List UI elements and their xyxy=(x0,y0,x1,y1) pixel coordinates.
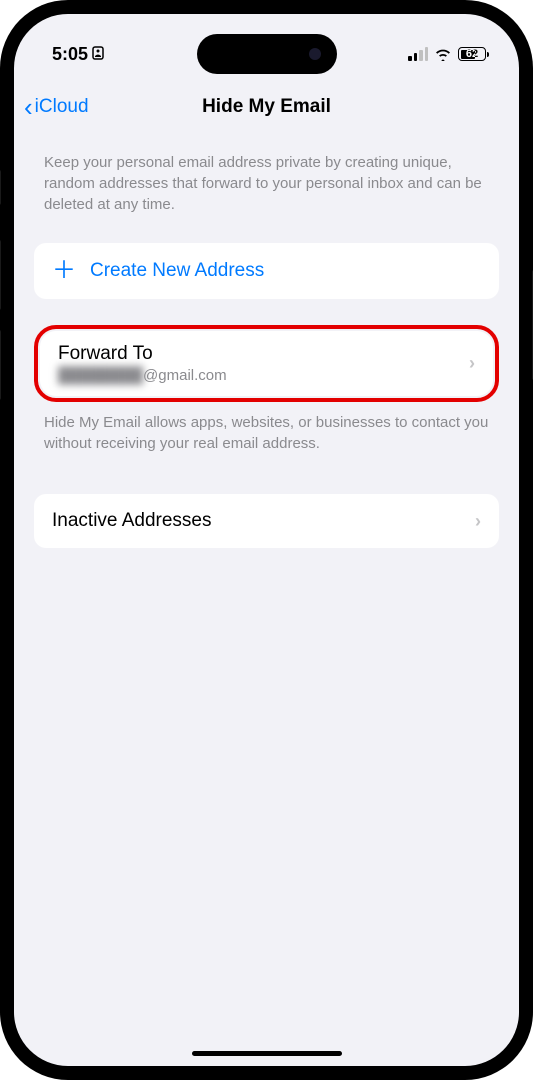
status-time: 5:05 xyxy=(52,44,88,65)
forward-to-footer: Hide My Email allows apps, websites, or … xyxy=(34,402,499,454)
forward-to-button[interactable]: Forward To ████████@gmail.com › xyxy=(40,331,493,396)
cellular-signal-icon xyxy=(408,47,428,61)
chevron-left-icon: ‹ xyxy=(24,92,33,123)
forward-to-email: ████████@gmail.com xyxy=(58,367,227,384)
inactive-addresses-title: Inactive Addresses xyxy=(52,510,211,532)
chevron-right-icon: › xyxy=(469,353,475,374)
content-area: Keep your personal email address private… xyxy=(14,132,519,548)
home-indicator[interactable] xyxy=(192,1051,342,1056)
create-address-label: Create New Address xyxy=(90,260,264,282)
status-right: 62 xyxy=(408,47,489,61)
status-left: 5:05 xyxy=(52,44,104,65)
volume-down-button[interactable] xyxy=(0,330,1,400)
front-camera xyxy=(309,48,321,60)
volume-up-button[interactable] xyxy=(0,240,1,310)
forward-to-content: Forward To ████████@gmail.com xyxy=(58,343,227,384)
wifi-icon xyxy=(434,47,452,61)
focus-icon xyxy=(92,46,104,63)
battery-icon: 62 xyxy=(458,47,489,61)
intro-description: Keep your personal email address private… xyxy=(34,152,499,215)
forward-to-title: Forward To xyxy=(58,343,227,365)
back-button[interactable]: ‹ iCloud xyxy=(24,92,89,123)
phone-frame: 5:05 xyxy=(0,0,533,1080)
back-label: iCloud xyxy=(35,96,89,118)
forward-to-highlight: Forward To ████████@gmail.com › xyxy=(34,325,499,402)
inactive-addresses-button[interactable]: Inactive Addresses › xyxy=(34,494,499,548)
page-title: Hide My Email xyxy=(202,96,331,118)
plus-icon: ＋ xyxy=(52,259,76,283)
email-domain: @gmail.com xyxy=(143,367,227,384)
screen: 5:05 xyxy=(14,14,519,1066)
create-new-address-button[interactable]: ＋ Create New Address xyxy=(34,243,499,299)
navigation-bar: ‹ iCloud Hide My Email xyxy=(14,82,519,132)
battery-percent: 62 xyxy=(466,48,478,60)
email-local-part: ████████ xyxy=(58,367,143,384)
dynamic-island xyxy=(197,34,337,74)
chevron-right-icon: › xyxy=(475,511,481,532)
silent-switch[interactable] xyxy=(0,170,1,205)
